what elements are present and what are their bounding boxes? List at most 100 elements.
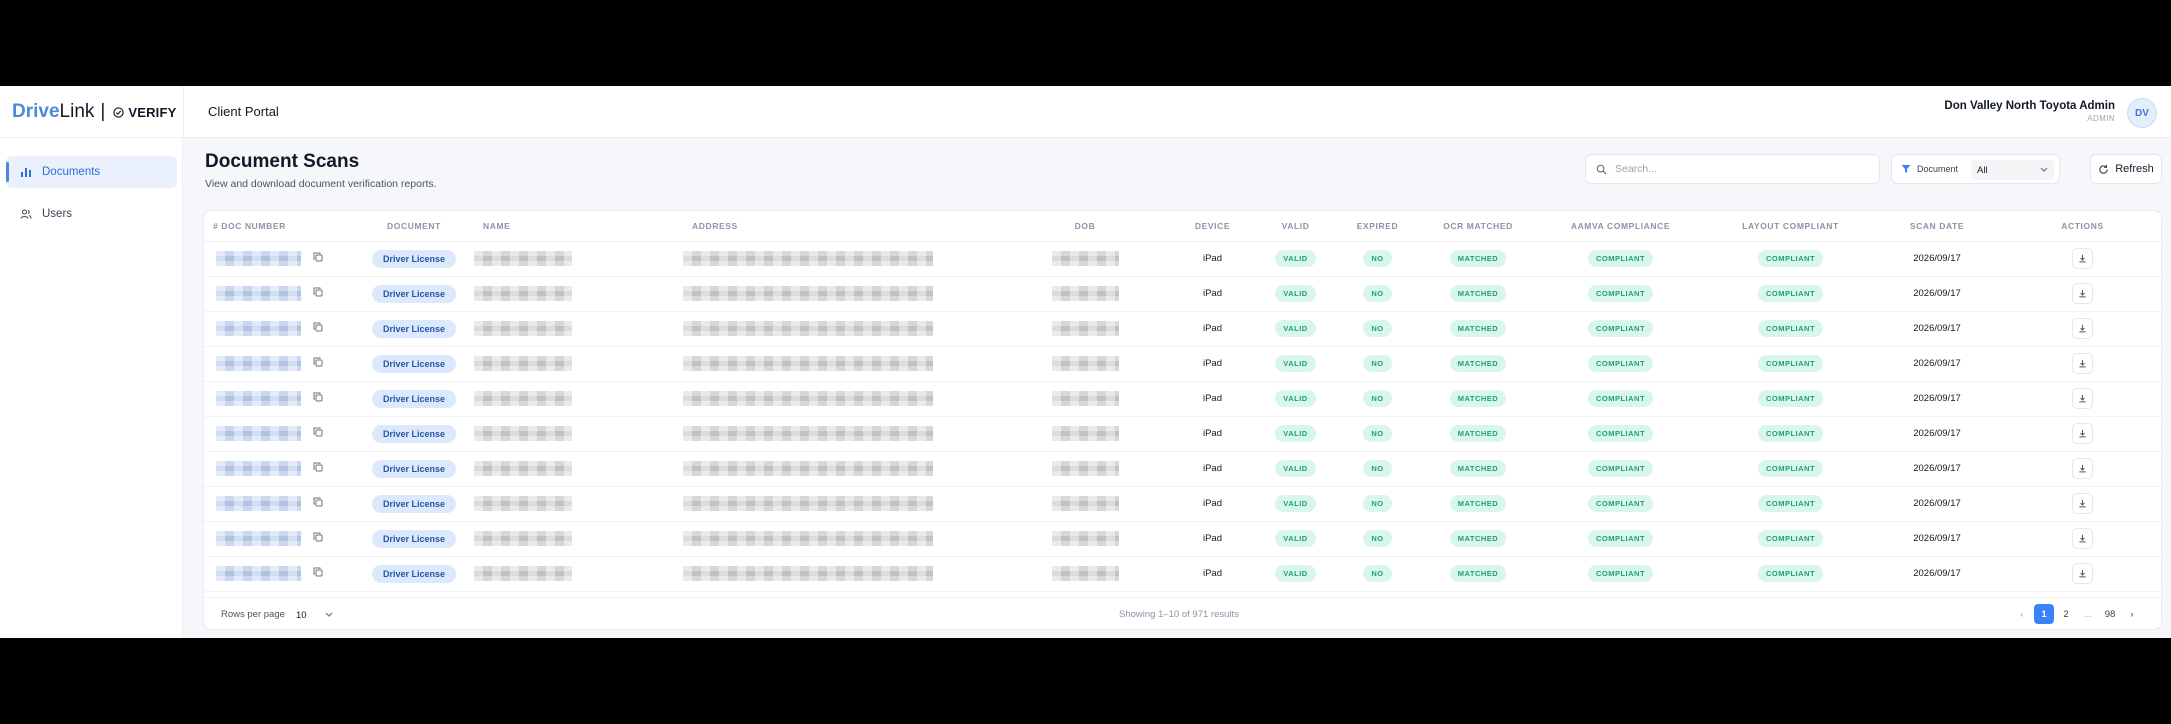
download-button[interactable] — [2072, 458, 2093, 479]
table-row[interactable]: Driver License iPad VALID NO MATCHED COMPLIAN… — [204, 381, 2161, 417]
brand-product: VERIFY — [113, 105, 176, 120]
table-row[interactable]: Driver License iPad VALID NO MATCHED COMPLIAN… — [204, 556, 2161, 592]
layout-badge: COMPLIANT — [1757, 320, 1824, 337]
cell-scan-date: 2026/09/17 — [1872, 241, 2002, 277]
cell-aamva-compliance: COMPLIANT — [1532, 241, 1709, 277]
cell-layout-compliant: COMPLIANT — [1709, 451, 1872, 487]
cell-dob — [1005, 556, 1165, 592]
cell-scan-date: 2026/09/17 — [1872, 276, 2002, 312]
download-button[interactable] — [2072, 388, 2093, 409]
column-header-dob[interactable]: DOB — [1005, 211, 1165, 242]
table-row[interactable]: Driver License iPad VALID NO MATCHED COMPLIAN… — [204, 521, 2161, 557]
page-button-98[interactable]: 98 — [2100, 604, 2120, 624]
page-button-1[interactable]: 1 — [2034, 604, 2054, 624]
table-row[interactable]: Driver License iPad VALID NO MATCHED COMPLIAN… — [204, 276, 2161, 312]
redacted-doc-number — [216, 356, 301, 371]
download-button[interactable] — [2072, 283, 2093, 304]
column-header-name[interactable]: NAME — [474, 211, 683, 242]
ocr-matched-badge: MATCHED — [1449, 285, 1507, 302]
download-button[interactable] — [2072, 493, 2093, 514]
column-header-valid[interactable]: VALID — [1260, 211, 1331, 242]
copy-icon[interactable] — [313, 392, 323, 405]
redacted-dob — [1051, 566, 1119, 581]
cell-expired: NO — [1331, 241, 1424, 277]
download-button[interactable] — [2072, 353, 2093, 374]
next-page-button[interactable]: › — [2122, 604, 2142, 624]
brand-logo[interactable]: Drive Link | VERIFY — [12, 100, 176, 124]
copy-icon[interactable] — [313, 322, 323, 335]
sidebar-item-documents[interactable]: Documents — [6, 156, 177, 188]
column-header-layout-compliant[interactable]: LAYOUT COMPLIANT — [1709, 211, 1872, 242]
cell-document: Driver License — [354, 486, 474, 522]
cell-ocr-matched: MATCHED — [1424, 311, 1532, 347]
cell-doc-number — [204, 556, 354, 592]
copy-icon[interactable] — [313, 427, 323, 440]
column-header-address[interactable]: ADDRESS — [683, 211, 1005, 242]
redacted-doc-number — [216, 566, 301, 581]
document-type-badge: Driver License — [371, 564, 457, 583]
table-row[interactable]: Driver License iPad VALID NO MATCHED COMPLIAN… — [204, 451, 2161, 487]
document-filter-select[interactable]: All — [1971, 160, 2054, 180]
column-header-expired[interactable]: EXPIRED — [1331, 211, 1424, 242]
copy-icon[interactable] — [313, 532, 323, 545]
cell-name — [474, 311, 683, 347]
download-button[interactable] — [2072, 248, 2093, 269]
cell-doc-number — [204, 416, 354, 452]
redacted-name — [474, 251, 572, 266]
cell-doc-number — [204, 381, 354, 417]
copy-icon[interactable] — [313, 357, 323, 370]
column-header-device[interactable]: DEVICE — [1165, 211, 1260, 242]
column-header-doc-number[interactable]: # DOC NUMBER — [204, 211, 354, 242]
cell-valid: VALID — [1260, 381, 1331, 417]
table-row[interactable]: Driver License iPad VALID NO MATCHED COMPLIAN… — [204, 486, 2161, 522]
cell-scan-date: 2026/09/17 — [1872, 346, 2002, 382]
refresh-label: Refresh — [2115, 163, 2154, 175]
document-type-badge: Driver License — [371, 284, 457, 303]
copy-icon[interactable] — [313, 252, 323, 265]
page-button-2[interactable]: 2 — [2056, 604, 2076, 624]
cell-ocr-matched: MATCHED — [1424, 486, 1532, 522]
search-input[interactable] — [1615, 163, 1865, 175]
redacted-address — [683, 391, 933, 406]
aamva-badge: COMPLIANT — [1587, 460, 1654, 477]
cell-dob — [1005, 486, 1165, 522]
rows-per-page-select[interactable]: 10 — [290, 605, 336, 625]
avatar[interactable]: DV — [2127, 98, 2157, 128]
download-button[interactable] — [2072, 563, 2093, 584]
table-row[interactable]: Driver License iPad VALID NO MATCHED COMPLIAN… — [204, 311, 2161, 347]
sidebar-item-users[interactable]: Users — [6, 198, 177, 230]
table-row[interactable]: Driver License iPad VALID NO MATCHED COMPLIAN… — [204, 241, 2161, 277]
ocr-matched-badge: MATCHED — [1449, 320, 1507, 337]
download-icon — [2079, 464, 2086, 473]
column-header-scan-date[interactable]: SCAN DATE — [1872, 211, 2002, 242]
layout-badge: COMPLIANT — [1757, 565, 1824, 582]
copy-icon[interactable] — [313, 567, 323, 580]
redacted-address — [683, 286, 933, 301]
column-header-document[interactable]: DOCUMENT — [354, 211, 474, 242]
copy-icon[interactable] — [313, 287, 323, 300]
refresh-button[interactable]: Refresh — [2090, 154, 2162, 184]
cell-doc-number — [204, 276, 354, 312]
expired-badge: NO — [1363, 285, 1392, 302]
document-type-badge: Driver License — [371, 424, 457, 443]
download-button[interactable] — [2072, 423, 2093, 444]
column-header-aamva-compliance[interactable]: AAMVA COMPLIANCE — [1532, 211, 1709, 242]
column-header-ocr-matched[interactable]: OCR MATCHED — [1424, 211, 1532, 242]
expired-badge: NO — [1363, 355, 1392, 372]
brand-name-part1: Drive — [12, 101, 60, 122]
cell-aamva-compliance: COMPLIANT — [1532, 556, 1709, 592]
cell-actions — [2002, 486, 2161, 522]
table-row[interactable]: Driver License iPad VALID NO MATCHED COMPLIAN… — [204, 346, 2161, 382]
redacted-dob — [1051, 531, 1119, 546]
copy-icon[interactable] — [313, 462, 323, 475]
layout-badge: COMPLIANT — [1757, 425, 1824, 442]
app-window: Drive Link | VERIFY Client Portal Don Val… — [0, 86, 2171, 638]
download-button[interactable] — [2072, 528, 2093, 549]
table-row[interactable]: Driver License iPad VALID NO MATCHED COMPLIAN… — [204, 416, 2161, 452]
download-button[interactable] — [2072, 318, 2093, 339]
prev-page-button[interactable]: ‹ — [2012, 604, 2032, 624]
layout-badge: COMPLIANT — [1757, 460, 1824, 477]
copy-icon[interactable] — [313, 497, 323, 510]
cell-aamva-compliance: COMPLIANT — [1532, 311, 1709, 347]
redacted-address — [683, 321, 933, 336]
